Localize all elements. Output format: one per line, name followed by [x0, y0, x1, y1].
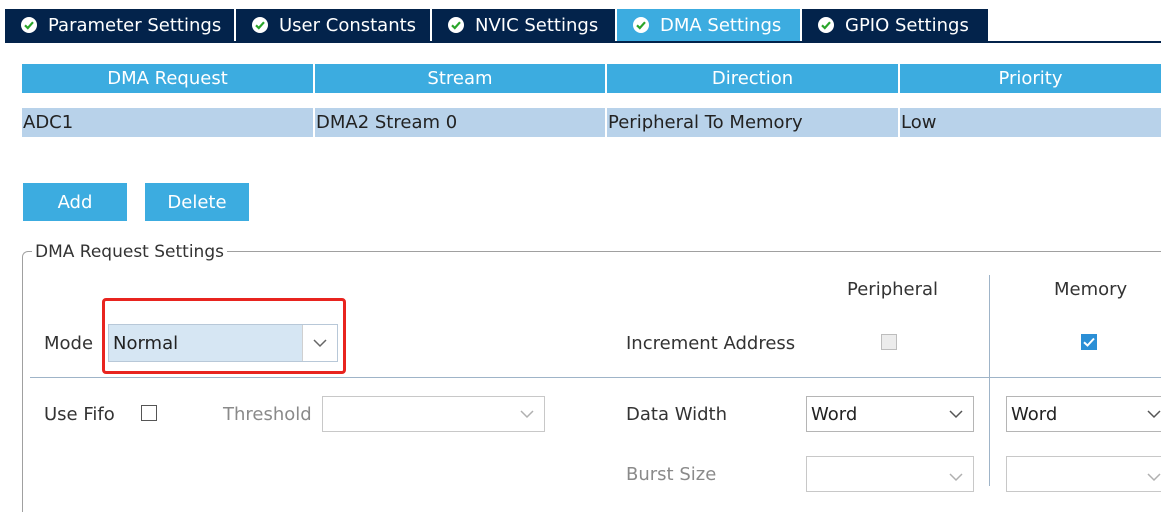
burst-size-memory-select[interactable] [1006, 456, 1161, 492]
chevron-down-icon [1147, 410, 1161, 419]
tab-underline [5, 41, 1161, 43]
dma-request-settings-group [22, 251, 1161, 512]
threshold-select[interactable] [322, 396, 545, 432]
highlight-box [102, 298, 346, 374]
table-row[interactable]: ADC1 DMA2 Stream 0 Peripheral To Memory … [22, 108, 1161, 137]
cell-dma-request: ADC1 [22, 108, 315, 137]
tab-label: DMA Settings [660, 14, 782, 36]
increment-peripheral-checkbox[interactable] [881, 334, 897, 350]
delete-button[interactable]: Delete [145, 183, 249, 221]
burst-size-peripheral-select[interactable] [806, 456, 974, 492]
tab-dma-settings[interactable]: DMA Settings [617, 9, 800, 41]
cell-stream: DMA2 Stream 0 [315, 108, 607, 137]
increment-address-label: Increment Address [626, 333, 796, 354]
tab-label: Parameter Settings [48, 14, 222, 36]
tab-label: NVIC Settings [475, 14, 599, 36]
cell-priority: Low [901, 112, 937, 133]
tab-user-constants[interactable]: User Constants [236, 9, 430, 41]
data-width-memory-value: Word [1011, 403, 1058, 425]
add-button[interactable]: Add [23, 183, 127, 221]
check-circle-icon [21, 17, 37, 33]
peripheral-header: Peripheral [847, 279, 939, 300]
mode-label: Mode [44, 333, 94, 354]
table-header: DMA Request Stream Direction Priority [22, 64, 1161, 93]
burst-size-label: Burst Size [626, 464, 717, 485]
column-header-stream[interactable]: Stream [315, 64, 607, 93]
tab-nvic-settings[interactable]: NVIC Settings [432, 9, 615, 41]
check-circle-icon [252, 17, 268, 33]
cell-direction: Peripheral To Memory [607, 108, 900, 137]
group-legend: DMA Request Settings [32, 242, 227, 262]
use-fifo-checkbox[interactable] [141, 405, 157, 421]
check-circle-icon [633, 17, 649, 33]
row-divider [30, 377, 1161, 378]
check-circle-icon [818, 17, 834, 33]
column-header-direction[interactable]: Direction [607, 64, 900, 93]
data-width-memory-select[interactable]: Word [1006, 396, 1161, 432]
data-width-label: Data Width [626, 404, 727, 425]
column-header-priority[interactable]: Priority [900, 64, 1161, 93]
memory-header: Memory [1054, 279, 1128, 300]
tab-parameter-settings[interactable]: Parameter Settings [5, 9, 234, 41]
tab-label: User Constants [279, 14, 417, 36]
tab-gpio-settings[interactable]: GPIO Settings [802, 9, 988, 41]
tab-label: GPIO Settings [845, 14, 969, 36]
checkmark-icon [1083, 337, 1095, 347]
data-width-peripheral-value: Word [811, 403, 858, 425]
chevron-down-icon [520, 410, 534, 419]
tab-bar: Parameter Settings User Constants NVIC S… [5, 9, 990, 42]
chevron-down-icon [1147, 473, 1161, 482]
dma-request-table: DMA Request Stream Direction Priority AD… [22, 64, 1161, 137]
use-fifo-label: Use Fifo [44, 404, 115, 425]
data-width-peripheral-select[interactable]: Word [806, 396, 974, 432]
check-circle-icon [448, 17, 464, 33]
column-header-dma-request[interactable]: DMA Request [22, 64, 315, 93]
threshold-label: Threshold [223, 404, 312, 425]
increment-memory-checkbox[interactable] [1081, 334, 1097, 350]
column-divider [989, 275, 990, 486]
chevron-down-icon [949, 410, 963, 419]
chevron-down-icon [949, 473, 963, 482]
